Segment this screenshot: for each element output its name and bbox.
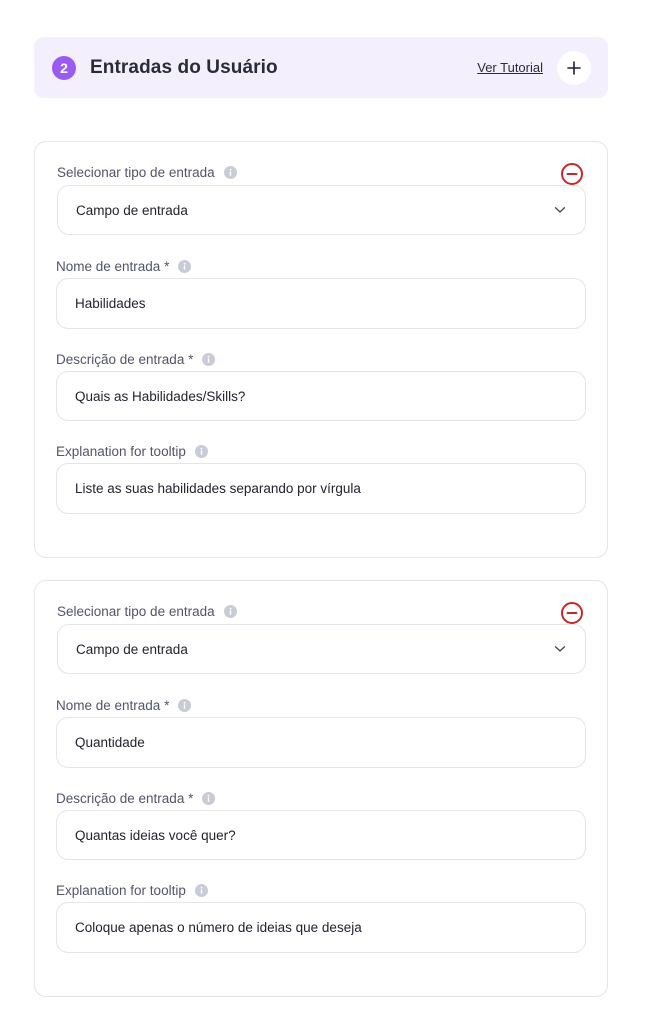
input-type-label: Selecionar tipo de entrada [57, 604, 237, 619]
info-icon[interactable] [223, 605, 237, 618]
input-name-value: Habilidades [75, 296, 146, 311]
input-description-value: Quais as Habilidades/Skills? [75, 388, 246, 404]
info-icon[interactable] [194, 445, 208, 458]
input-name-field[interactable]: Quantidade [56, 717, 586, 768]
tooltip-explanation-label-text: Explanation for tooltip [56, 444, 186, 459]
info-icon[interactable] [202, 792, 216, 805]
info-icon[interactable] [223, 166, 237, 179]
input-description-field[interactable]: Quais as Habilidades/Skills? [56, 371, 586, 421]
section-header: 2 Entradas do Usuário Ver Tutorial [34, 37, 608, 98]
tutorial-link[interactable]: Ver Tutorial [477, 60, 543, 75]
input-type-label: Selecionar tipo de entrada [57, 165, 237, 180]
info-icon[interactable] [202, 353, 216, 366]
input-type-select[interactable]: Campo de entrada [57, 185, 586, 235]
input-name-label: Nome de entrada * [56, 698, 192, 713]
tooltip-explanation-label-text: Explanation for tooltip [56, 883, 186, 898]
chevron-down-icon [553, 203, 567, 217]
tooltip-explanation-field[interactable]: Coloque apenas o número de ideias que de… [56, 902, 586, 953]
input-name-label: Nome de entrada * [56, 259, 192, 274]
section-title: Entradas do Usuário [90, 56, 278, 78]
input-name-label-text: Nome de entrada * [56, 698, 170, 713]
remove-input-button[interactable] [560, 162, 584, 186]
input-name-value: Quantidade [75, 735, 145, 750]
info-icon[interactable] [178, 260, 192, 273]
add-input-button[interactable] [557, 50, 591, 85]
remove-input-button[interactable] [560, 601, 584, 625]
input-description-label-text: Descrição de entrada * [56, 791, 194, 806]
input-description-value: Quantas ideias você quer? [75, 827, 236, 843]
step-badge: 2 [52, 55, 76, 80]
input-description-label: Descrição de entrada * [56, 791, 216, 806]
tooltip-explanation-value: Liste as suas habilidades separando por … [75, 481, 361, 496]
input-description-label: Descrição de entrada * [56, 352, 216, 367]
input-type-value: Campo de entrada [76, 202, 188, 218]
input-name-label-text: Nome de entrada * [56, 259, 170, 274]
input-type-value: Campo de entrada [76, 641, 188, 657]
info-icon[interactable] [194, 884, 208, 897]
input-card: Selecionar tipo de entrada Campo de entr… [34, 141, 608, 558]
tooltip-explanation-label: Explanation for tooltip [56, 883, 208, 898]
tooltip-explanation-value: Coloque apenas o número de ideias que de… [75, 920, 362, 935]
input-description-field[interactable]: Quantas ideias você quer? [56, 810, 586, 860]
input-name-field[interactable]: Habilidades [56, 278, 586, 329]
input-type-label-text: Selecionar tipo de entrada [57, 165, 215, 180]
chevron-down-icon [553, 642, 567, 656]
input-type-select[interactable]: Campo de entrada [57, 624, 586, 674]
minus-circle-icon [561, 163, 583, 185]
input-type-label-text: Selecionar tipo de entrada [57, 604, 215, 619]
input-card: Selecionar tipo de entrada Campo de entr… [34, 580, 608, 997]
input-description-label-text: Descrição de entrada * [56, 352, 194, 367]
tooltip-explanation-label: Explanation for tooltip [56, 444, 208, 459]
info-icon[interactable] [178, 699, 192, 712]
minus-circle-icon [561, 602, 583, 624]
tooltip-explanation-field[interactable]: Liste as suas habilidades separando por … [56, 463, 586, 514]
plus-icon [567, 60, 581, 75]
